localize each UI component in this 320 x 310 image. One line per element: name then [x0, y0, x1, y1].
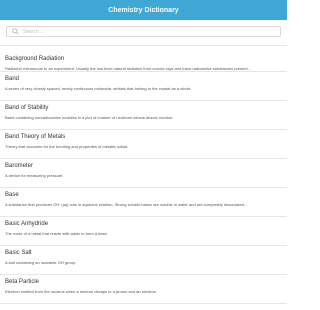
term-title: Base	[5, 192, 19, 198]
list-item[interactable]: Base A substance that produces OH⁻(aq) i…	[0, 188, 287, 217]
term-title: Band Theory of Metals	[5, 134, 66, 140]
term-title: Background Radiation	[5, 56, 65, 62]
list-item[interactable]: Band A series of very closely spaced, ne…	[0, 72, 287, 101]
term-definition: Theory that accounts for the bonding and…	[5, 144, 129, 149]
list-item[interactable]: Barometer A device for measuring pressur…	[0, 159, 287, 188]
list-item[interactable]: Beta Particle Electron emitted from the …	[0, 275, 287, 304]
app-title: Chemistry Dictionary	[108, 6, 179, 14]
list-item[interactable]: Basic Salt A salt containing an ionizabl…	[0, 246, 287, 275]
search-box[interactable]	[6, 26, 281, 37]
term-definition: A device for measuring pressure.	[5, 173, 64, 178]
term-definition: A substance that produces OH⁻(aq) ions i…	[5, 202, 248, 207]
search-bar	[0, 20, 287, 46]
list-item[interactable]: Band Theory of Metals Theory that accoun…	[0, 130, 287, 159]
search-input[interactable]	[20, 27, 276, 36]
term-title: Beta Particle	[5, 279, 40, 285]
term-definition: A series of very closely spaced, nearly …	[5, 86, 192, 91]
term-list: Background Radiation Radiation extraneou…	[0, 46, 287, 304]
term-definition: Band containing nonradioactive nuclides …	[5, 115, 174, 120]
term-title: Band	[5, 76, 20, 82]
term-title: Band of Stability	[5, 105, 49, 111]
list-item[interactable]: Band of Stability Band containing nonrad…	[0, 101, 287, 130]
list-item[interactable]: Background Radiation Radiation extraneou…	[0, 46, 287, 72]
app-header: Chemistry Dictionary	[0, 0, 287, 20]
term-title: Basic Anhydride	[5, 221, 49, 227]
term-definition: The oxide of a metal that reacts with wa…	[5, 231, 108, 236]
search-icon[interactable]	[11, 27, 20, 36]
term-definition: A salt containing an ionizable OH group.	[5, 260, 77, 265]
list-item[interactable]: Basic Anhydride The oxide of a metal tha…	[0, 217, 287, 246]
term-definition: Electron emitted from the nucleus when a…	[5, 289, 158, 294]
term-title: Barometer	[5, 163, 34, 169]
term-title: Basic Salt	[5, 250, 32, 256]
